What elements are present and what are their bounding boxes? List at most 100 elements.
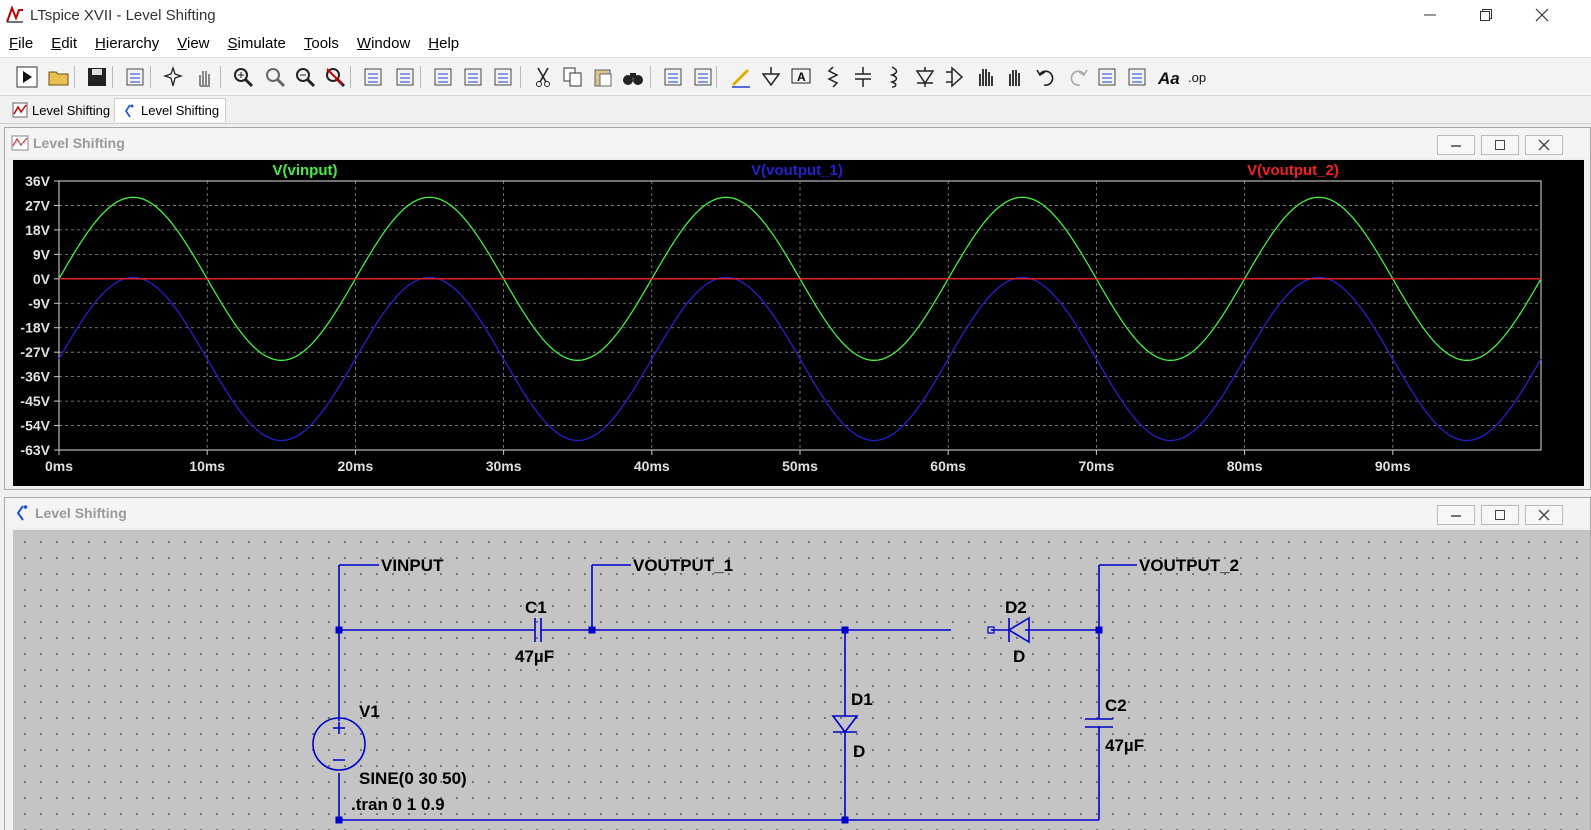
legend-entry-2[interactable]: V(voutput_2) <box>1247 162 1339 179</box>
zoom-cancel-button[interactable] <box>322 64 348 90</box>
capacitor-c2[interactable] <box>1085 718 1113 728</box>
d2-model[interactable]: D <box>1013 647 1025 666</box>
draw-wire-button[interactable] <box>728 64 754 90</box>
schematic-canvas[interactable]: VINPUT VOUTPUT_1 VOUTPUT_2 C1 47µF D2 D … <box>13 530 1590 830</box>
text-button[interactable]: Aa <box>1156 64 1182 90</box>
control-panel-button[interactable] <box>122 64 148 90</box>
waveform-minimize-button[interactable] <box>1437 135 1475 155</box>
y-tick-label: 36V <box>25 173 51 189</box>
d2-name[interactable]: D2 <box>1005 598 1027 617</box>
plot-settings-button[interactable] <box>392 64 418 90</box>
c2-value[interactable]: 47µF <box>1105 736 1144 755</box>
tile-vertical-button[interactable] <box>490 64 516 90</box>
pan-hand-button[interactable] <box>192 64 218 90</box>
zoom-out-button[interactable] <box>292 64 318 90</box>
x-tick-label: 70ms <box>1078 458 1114 474</box>
y-tick-label: 27V <box>25 197 51 213</box>
junction <box>841 626 849 634</box>
menu-view[interactable]: View <box>168 30 218 58</box>
minimize-button[interactable] <box>1402 0 1458 30</box>
tab-waveform[interactable]: Level Shifting <box>6 98 116 122</box>
restore-button[interactable] <box>1458 0 1514 30</box>
legend-entry-0[interactable]: V(vinput) <box>273 162 338 179</box>
run-button[interactable] <box>14 64 40 90</box>
close-button[interactable] <box>1514 0 1570 30</box>
resistor-button[interactable] <box>820 64 846 90</box>
tab-schematic[interactable]: Level Shifting <box>114 98 227 122</box>
v1-name[interactable]: V1 <box>359 702 380 721</box>
window-title: LTspice XVII - Level Shifting <box>30 6 216 24</box>
toolbar-separator <box>350 66 351 88</box>
undo-button[interactable] <box>1034 64 1060 90</box>
ground-button[interactable] <box>758 64 784 90</box>
menu-help[interactable]: Help <box>419 30 468 58</box>
rotate-button[interactable] <box>1094 64 1120 90</box>
schematic-drawing[interactable]: VINPUT VOUTPUT_1 VOUTPUT_2 C1 47µF D2 D … <box>13 530 1588 830</box>
copy-button[interactable] <box>560 64 586 90</box>
capacitor-button[interactable] <box>850 64 876 90</box>
halt-button[interactable] <box>160 64 186 90</box>
c2-name[interactable]: C2 <box>1105 696 1127 715</box>
waveform-close-button[interactable] <box>1525 135 1563 155</box>
zoom-in-button[interactable] <box>230 64 256 90</box>
d1-name[interactable]: D1 <box>851 690 873 709</box>
spice-directive-button[interactable]: .op <box>1186 64 1212 90</box>
voltage-source-v1[interactable] <box>312 717 366 771</box>
net-label-voutput-2[interactable]: VOUTPUT_2 <box>1139 556 1239 575</box>
menu-hierarchy[interactable]: Hierarchy <box>86 30 168 58</box>
diode-button[interactable] <box>912 64 938 90</box>
minimize-icon <box>1451 145 1461 147</box>
y-tick-label: 9V <box>33 246 51 262</box>
c1-value[interactable]: 47µF <box>515 647 554 666</box>
d1-model[interactable]: D <box>853 742 865 761</box>
menu-window[interactable]: Window <box>348 30 419 58</box>
diode-d1[interactable] <box>831 715 859 734</box>
menu-edit[interactable]: Edit <box>42 30 86 58</box>
schematic-close-button[interactable] <box>1525 505 1563 525</box>
menu-tools[interactable]: Tools <box>295 30 348 58</box>
net-label-voutput-1[interactable]: VOUTPUT_1 <box>633 556 733 575</box>
svg-text:Aa: Aa <box>1157 69 1180 88</box>
title-bar: LTspice XVII - Level Shifting <box>0 0 1591 30</box>
menu-simulate[interactable]: Simulate <box>219 30 295 58</box>
c1-name[interactable]: C1 <box>525 598 547 617</box>
toolbar-separator <box>420 66 421 88</box>
svg-text:A: A <box>797 70 806 84</box>
print-preview-button[interactable] <box>660 64 686 90</box>
document-tabs: Level Shifting Level Shifting <box>0 96 1591 124</box>
spice-directive-icon: .op <box>1188 70 1206 85</box>
schematic-maximize-button[interactable] <box>1481 505 1519 525</box>
waveform-maximize-button[interactable] <box>1481 135 1519 155</box>
inductor-button[interactable] <box>880 64 906 90</box>
paste-button[interactable] <box>590 64 616 90</box>
zoom-area-button[interactable] <box>262 64 288 90</box>
plot-area[interactable]: 36V 27V 18V 9V 0V -9V -18V -27V -36V -45V -54V -63V… <box>13 160 1584 486</box>
autorange-button[interactable] <box>360 64 386 90</box>
tab-label: Level Shifting <box>32 102 111 118</box>
mirror-button[interactable] <box>1124 64 1150 90</box>
move-button[interactable] <box>972 64 998 90</box>
waveform-plot[interactable]: 36V 27V 18V 9V 0V -9V -18V -27V -36V -45V -54V -63V… <box>13 160 1580 486</box>
capacitor-c1[interactable] <box>534 618 542 642</box>
open-button[interactable] <box>46 64 72 90</box>
v1-value[interactable]: SINE(0 30 50) <box>359 769 467 788</box>
menu-file[interactable]: File <box>0 30 42 58</box>
schematic-minimize-button[interactable] <box>1437 505 1475 525</box>
tile-horizontal-button[interactable] <box>430 64 456 90</box>
find-button[interactable] <box>620 64 646 90</box>
drag-button[interactable] <box>1002 64 1028 90</box>
spice-directive[interactable]: .tran 0 1 0.9 <box>351 795 445 814</box>
close-icon <box>1538 509 1550 521</box>
label-net-button[interactable]: A <box>788 64 814 90</box>
component-button[interactable] <box>942 64 968 90</box>
redo-button[interactable] <box>1064 64 1090 90</box>
toolbar-separator <box>74 66 75 88</box>
net-label-vinput[interactable]: VINPUT <box>381 556 444 575</box>
move-icon <box>979 69 993 86</box>
cut-button[interactable] <box>530 64 556 90</box>
schematic-icon <box>125 104 134 117</box>
print-button[interactable] <box>690 64 716 90</box>
legend-entry-1[interactable]: V(voutput_1) <box>751 162 843 179</box>
cascade-button[interactable] <box>460 64 486 90</box>
save-button[interactable] <box>84 64 110 90</box>
